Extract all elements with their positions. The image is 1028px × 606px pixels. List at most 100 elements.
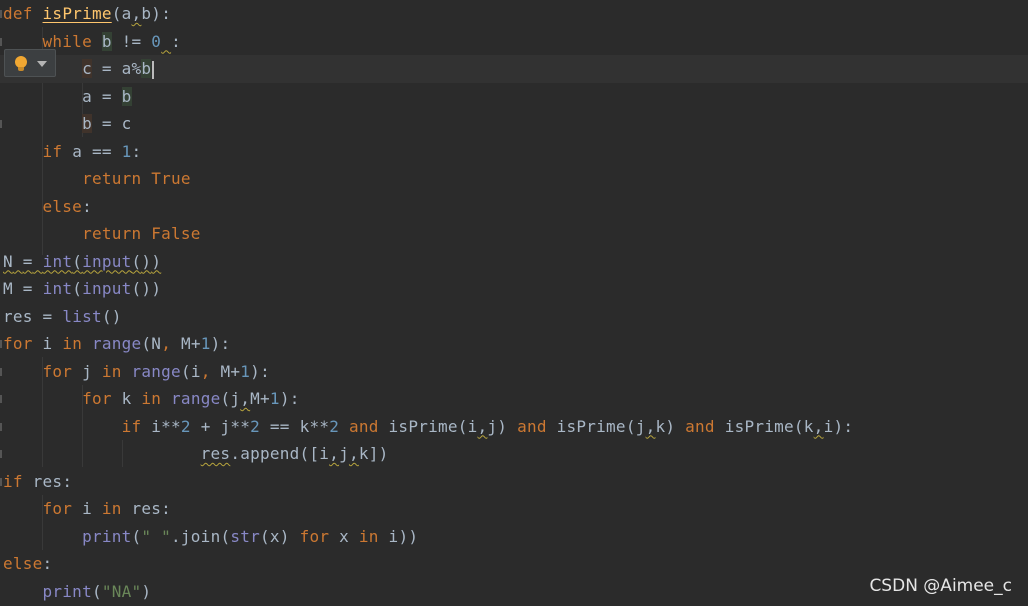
variable-token: j	[635, 416, 646, 436]
code-line[interactable]: if a == 1:	[0, 138, 1028, 166]
variable-token: a	[82, 86, 92, 106]
token: :	[289, 389, 300, 408]
code-line[interactable]: return False	[0, 220, 1028, 248]
keyword-token: return	[82, 224, 142, 243]
fold-marker[interactable]	[0, 37, 2, 46]
fold-marker[interactable]	[0, 340, 2, 348]
fold-marker[interactable]	[0, 10, 2, 18]
variable-token: M	[3, 279, 13, 298]
token: ,	[161, 334, 172, 353]
code-line[interactable]: else:	[0, 193, 1028, 221]
token: )	[151, 4, 162, 23]
code-line[interactable]: def isPrime(a,b):	[0, 0, 1028, 28]
token: (	[625, 416, 636, 436]
token: :	[82, 196, 92, 216]
token: (	[131, 251, 142, 271]
variable-token: i	[151, 416, 162, 436]
operator-token: **	[230, 416, 251, 436]
token: :	[42, 554, 53, 573]
keyword-token: else	[42, 196, 83, 216]
fold-marker[interactable]	[0, 450, 2, 458]
token: (	[457, 416, 468, 436]
token: )	[398, 526, 409, 546]
fold-marker[interactable]	[0, 422, 2, 431]
variable-token: c	[82, 59, 92, 78]
token: (	[260, 526, 270, 546]
operator-token: +	[230, 361, 241, 381]
builtin-token: range	[131, 361, 181, 381]
warning-token: ,	[813, 416, 824, 436]
number-token: 1	[240, 361, 251, 381]
code-line[interactable]: if i**2 + j**2 == k**2 and isPrime(i,j) …	[0, 413, 1028, 441]
function-call-token: isPrime	[556, 416, 626, 436]
code-line[interactable]: for i in range(N, M+1):	[0, 330, 1028, 358]
fold-marker[interactable]	[0, 395, 2, 403]
token: )	[141, 251, 152, 271]
code-line[interactable]: if res:	[0, 468, 1028, 496]
token: (	[299, 444, 310, 463]
number-token: 1	[200, 334, 211, 353]
fold-marker[interactable]	[0, 367, 2, 376]
token: )	[210, 334, 221, 353]
keyword-token: for	[3, 334, 33, 353]
method-token: .append	[230, 444, 300, 463]
variable-token: b	[121, 86, 132, 106]
variable-token: j	[220, 416, 231, 436]
variable-token: i	[190, 361, 201, 381]
builtin-token: list	[62, 306, 102, 326]
token: :	[62, 471, 73, 491]
keyword-token: in	[62, 334, 83, 353]
code-line[interactable]: return True	[0, 165, 1028, 193]
code-line[interactable]: N = int(input())	[0, 248, 1028, 276]
token: )	[151, 279, 162, 298]
keyword-token: in	[101, 499, 122, 518]
builtin-token: print	[42, 581, 92, 601]
code-line[interactable]: while b != 0 :	[0, 28, 1028, 56]
keyword-token: for	[42, 361, 73, 381]
token: (	[131, 279, 142, 298]
code-editor[interactable]: def isPrime(a,b): while b != 0 : c = a%b…	[0, 0, 1028, 606]
fold-marker[interactable]	[0, 120, 2, 128]
code-line[interactable]: else:	[0, 550, 1028, 578]
function-call-token: isPrime	[724, 416, 794, 436]
warning-token: ,	[477, 416, 488, 436]
code-line[interactable]: for k in range(j,M+1):	[0, 385, 1028, 413]
code-line[interactable]: print(" ".join(str(x) for x in i))	[0, 523, 1028, 551]
chevron-down-icon[interactable]	[37, 61, 47, 67]
variable-token: M	[250, 389, 261, 408]
param-token: b	[141, 4, 152, 23]
builtin-token: str	[230, 526, 260, 546]
token: (	[91, 581, 102, 601]
warning-token: ,	[348, 444, 359, 463]
keyword-token: if	[3, 471, 23, 491]
variable-token: k	[655, 416, 666, 436]
builtin-token: int	[42, 279, 73, 298]
token: (	[101, 306, 112, 326]
variable-token: i	[82, 499, 92, 518]
code-line[interactable]: for i in res:	[0, 495, 1028, 523]
token: )	[151, 251, 162, 271]
code-line[interactable]: M = int(input())	[0, 275, 1028, 303]
variable-token: j	[487, 416, 498, 436]
code-line[interactable]: res = list()	[0, 303, 1028, 331]
code-line[interactable]: for j in range(i, M+1):	[0, 358, 1028, 386]
code-line-current[interactable]: c = a%b	[0, 55, 1028, 83]
operator-token: =	[22, 279, 33, 298]
token: )	[665, 416, 676, 436]
operator-token: =	[42, 306, 53, 326]
fold-marker[interactable]	[0, 477, 2, 486]
operator-token: **	[309, 416, 330, 436]
token: (	[180, 361, 191, 381]
keyword-token: for	[299, 526, 330, 546]
builtin-token: print	[82, 526, 132, 546]
token: )	[408, 526, 419, 546]
code-line[interactable]: a = b	[0, 83, 1028, 111]
intention-actions-button[interactable]	[4, 49, 56, 77]
variable-token: k	[358, 444, 369, 463]
token: ]	[368, 444, 379, 463]
operator-token: =	[101, 86, 112, 106]
code-line[interactable]: res.append([i,j,k])	[0, 440, 1028, 468]
token: )	[497, 416, 508, 436]
variable-token: N	[151, 334, 162, 353]
code-line[interactable]: b = c	[0, 110, 1028, 138]
